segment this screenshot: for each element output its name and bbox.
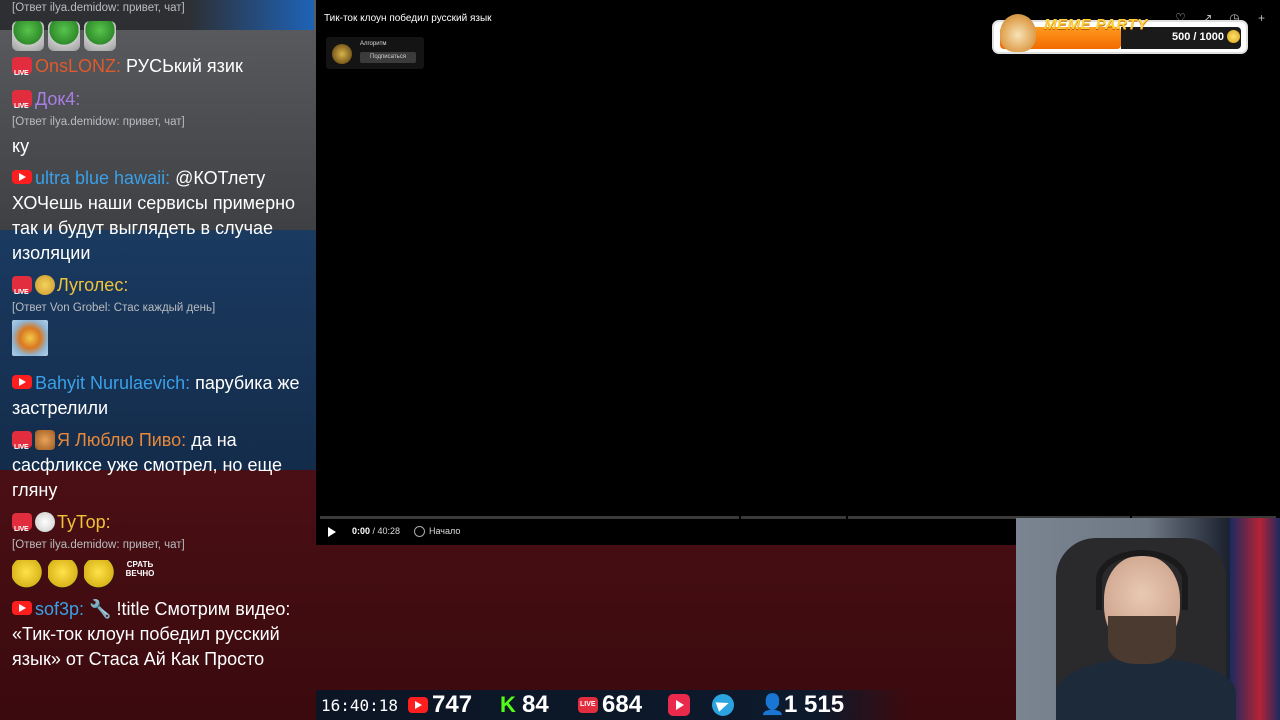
webcam-flag xyxy=(1230,518,1280,720)
chat-message: OnsLONZ: РУСЬкий язик xyxy=(12,54,308,86)
youtube-badge-icon xyxy=(12,375,32,389)
ball-emote xyxy=(12,560,44,590)
streamer-beard xyxy=(1108,616,1176,664)
rutube-icon xyxy=(668,694,690,716)
webcam-feed xyxy=(1016,518,1280,720)
headphones-icon xyxy=(1096,550,1188,610)
play-icon[interactable] xyxy=(328,527,336,537)
chat-username: Луголес: xyxy=(57,275,129,295)
meme-party-widget: MEME PARTY 500 / 1000 xyxy=(992,14,1248,54)
clock-stat: 16:40:18 xyxy=(321,690,398,720)
clock-time: 16:40:18 xyxy=(321,695,399,715)
live-badge-icon xyxy=(12,57,32,86)
channel-card: Алгоритм Подписаться xyxy=(326,37,424,69)
kick-count: 84 xyxy=(522,691,549,718)
emote-row: СРАТЬ ВЕЧНО xyxy=(12,557,308,593)
chat-text: ку xyxy=(12,136,30,156)
youtube-badge-icon xyxy=(12,601,32,615)
ball-emote xyxy=(48,560,80,590)
youtube-viewers: 747 xyxy=(408,690,472,720)
chapter-icon[interactable] xyxy=(414,526,425,537)
wrench-icon: 🔧 xyxy=(89,599,112,619)
chat-username: Bahyit Nurulaevich: xyxy=(35,373,191,393)
vk-live-icon xyxy=(578,697,598,713)
tank-emote xyxy=(48,21,80,51)
meme-party-title: MEME PARTY xyxy=(1044,16,1148,33)
reply-quote: [Ответ ilya.demidow: привет, чат] xyxy=(12,539,185,551)
telegram-icon xyxy=(712,694,734,716)
chat-message: ultra blue hawaii: @КОТлету ХОЧешь наши … xyxy=(12,166,308,266)
youtube-count: 747 xyxy=(432,691,473,718)
cat-emoji-icon xyxy=(35,512,55,532)
doge-icon xyxy=(1000,14,1036,52)
streamer-body xyxy=(1056,658,1236,720)
youtube-badge-icon xyxy=(12,170,32,184)
chat-message: sof3p: 🔧 !title Смотрим видео: «Тик-ток … xyxy=(12,597,308,672)
chapter-marker xyxy=(846,516,848,519)
ball-emote xyxy=(84,560,116,590)
rutube-link xyxy=(668,690,694,720)
meme-party-value: 500 / 1000 xyxy=(1172,31,1224,43)
chat-panel: [Ответ ilya.demidow: привет, чат] OnsLON… xyxy=(0,0,314,720)
live-badge-icon xyxy=(12,513,32,542)
emoji-icon xyxy=(35,275,55,295)
chapter-marker xyxy=(739,516,741,519)
emote-row xyxy=(12,20,308,52)
total-viewers: 👤 1 515 xyxy=(760,690,844,720)
chat-username: Док4: xyxy=(35,89,81,109)
chapter-label[interactable]: Начало xyxy=(429,526,460,536)
kick-icon: K xyxy=(500,692,516,717)
vk-viewers: 684 xyxy=(578,690,642,720)
chat-text: РУСЬкий язик xyxy=(126,56,243,76)
plus-icon[interactable]: + xyxy=(1255,12,1268,25)
chat-username: sof3p: xyxy=(35,599,85,619)
subscribe-button[interactable]: Подписаться xyxy=(360,52,416,63)
vk-count: 684 xyxy=(602,691,643,718)
video-player[interactable]: Тик-ток клоун победил русский язык Алгор… xyxy=(316,0,1280,545)
beer-emoji-icon xyxy=(35,430,55,450)
chat-username: Я Люблю Пиво: xyxy=(57,430,187,450)
time-current: 0:00 xyxy=(352,526,371,536)
channel-avatar[interactable] xyxy=(332,44,352,64)
user-icon: 👤 xyxy=(760,694,785,716)
chat-message: Bahyit Nurulaevich: парубика же застрели… xyxy=(12,371,308,421)
reply-quote: [Ответ ilya.demidow: привет, чат] xyxy=(12,116,185,128)
time-display: 0:00 / 40:28 xyxy=(352,526,400,536)
channel-name[interactable]: Алгоритм xyxy=(360,41,386,47)
total-count: 1 515 xyxy=(784,691,845,718)
tank-emote xyxy=(84,21,116,51)
kick-viewers: K 84 xyxy=(500,690,549,720)
chat-username: ТуТор: xyxy=(57,512,111,532)
reply-quote: [Ответ Von Grobel: Стас каждый день] xyxy=(12,302,216,314)
telegram-link xyxy=(712,690,738,720)
live-badge-icon xyxy=(12,431,32,460)
reply-quote: [Ответ ilya.demidow: привет, чат] xyxy=(12,2,185,14)
chat-username: OnsLONZ: xyxy=(35,56,122,76)
live-badge-icon xyxy=(12,276,32,305)
srat-vechno-emote: СРАТЬ ВЕЧНО xyxy=(125,560,155,578)
chat-message: Док4: [Ответ ilya.demidow: привет, чат] … xyxy=(12,87,308,159)
sun-emote xyxy=(12,320,48,356)
chat-message: Я Люблю Пиво: да на сасфликсе уже смотре… xyxy=(12,428,308,503)
chat-message: Луголес: [Ответ Von Grobel: Стас каждый … xyxy=(12,273,308,363)
video-title: Тик-ток клоун победил русский язык xyxy=(324,13,492,24)
stream-layout: [Ответ ilya.demidow: привет, чат] OnsLON… xyxy=(0,0,1280,720)
live-badge-icon xyxy=(12,90,32,119)
youtube-icon xyxy=(408,697,428,713)
tank-emote xyxy=(12,21,44,51)
chat-message: ТуТор: [Ответ ilya.demidow: привет, чат]… xyxy=(12,510,308,593)
coin-icon xyxy=(1227,30,1240,43)
time-total: / 40:28 xyxy=(372,526,401,536)
viewer-stats-bar: 16:40:18 747 K84 684 👤1 515 xyxy=(316,690,906,720)
chat-username: ultra blue hawaii: xyxy=(35,168,171,188)
